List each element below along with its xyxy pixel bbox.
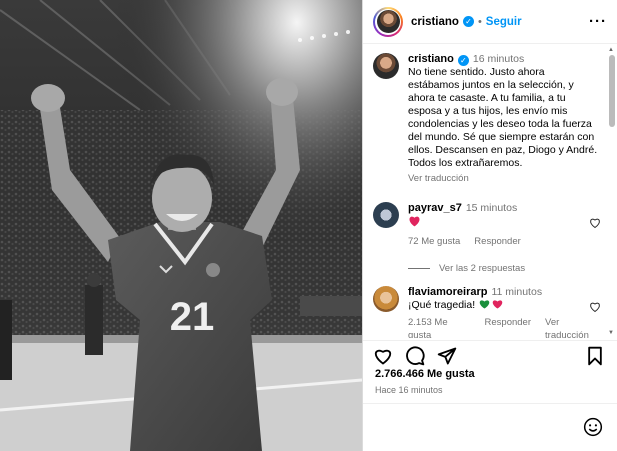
player-celebration-image: 21	[0, 0, 362, 451]
post-likes-count[interactable]: 2.766.466 Me gusta	[375, 368, 475, 380]
comment-likes[interactable]: 2.153 Me gusta	[408, 316, 471, 338]
comments-list[interactable]: ▲ ▼ cristiano ✓ 16 minutos No tiene sentid…	[363, 45, 617, 338]
comment-text	[408, 215, 603, 231]
post-modal: 21 cristiano ✓ • Seguir ··· ▲ ▼ cristian…	[0, 0, 617, 451]
scroll-up-icon[interactable]: ▲	[608, 47, 614, 53]
comment-time[interactable]: 15 minutos	[466, 202, 517, 214]
scroll-down-icon[interactable]: ▼	[608, 330, 614, 336]
red-heart-emoji-icon	[492, 300, 503, 309]
verified-badge-icon: ✓	[457, 55, 469, 66]
comment-username[interactable]: flaviamoreirarp	[408, 286, 487, 298]
translate-button[interactable]: Ver traducción	[545, 316, 603, 338]
author-username[interactable]: cristiano	[411, 16, 459, 28]
post-header: cristiano ✓ • Seguir ···	[363, 0, 617, 44]
bookmark-icon[interactable]	[585, 346, 605, 366]
comment-icon[interactable]	[405, 346, 425, 366]
caption-text: No tiene sentido. Justo ahora estábamos …	[408, 66, 598, 169]
view-replies-button[interactable]: Ver las 2 respuestas	[408, 263, 525, 274]
heart-icon[interactable]	[373, 346, 393, 366]
caption-comment: cristiano ✓ 16 minutos No tiene sentido. J…	[373, 53, 603, 185]
comment-username[interactable]: cristiano	[408, 53, 454, 65]
author-avatar-small[interactable]	[373, 53, 399, 79]
green-heart-emoji-icon	[479, 300, 490, 309]
post-actions-bar	[363, 340, 617, 368]
jersey-number: 21	[170, 295, 215, 339]
view-replies-label: Ver las 2 respuestas	[439, 263, 526, 274]
author-avatar[interactable]	[373, 6, 403, 37]
comment-likes[interactable]: 72 Me gusta	[408, 235, 460, 248]
more-options-icon[interactable]: ···	[589, 13, 607, 30]
add-comment-bar	[363, 403, 617, 451]
replies-divider	[408, 268, 430, 269]
translate-button[interactable]: Ver traducción	[408, 172, 469, 185]
comment-item: payrav_s7 15 minutos 72 Me gusta Responder	[373, 202, 603, 248]
post-sidebar: cristiano ✓ • Seguir ··· ▲ ▼ cristiano ✓ 1…	[362, 0, 617, 451]
red-heart-emoji-icon	[409, 216, 420, 227]
post-photo[interactable]: 21	[0, 0, 362, 451]
commenter-avatar[interactable]	[373, 286, 399, 312]
emoji-icon[interactable]	[583, 417, 603, 437]
comment-username[interactable]: payrav_s7	[408, 202, 462, 214]
verified-badge-icon: ✓	[462, 16, 474, 27]
comment-item: flaviamoreirarp 11 minutos ¡Qué tragedia!…	[373, 286, 603, 338]
like-comment-heart-icon[interactable]	[589, 301, 601, 313]
follow-button[interactable]: Seguir	[486, 16, 522, 28]
comment-time[interactable]: 16 minutos	[473, 53, 524, 65]
share-icon[interactable]	[437, 346, 457, 366]
post-timestamp[interactable]: Hace 16 minutos	[375, 385, 443, 395]
like-comment-heart-icon[interactable]	[589, 217, 601, 229]
comment-text: ¡Qué tragedia!	[408, 299, 603, 312]
commenter-avatar[interactable]	[373, 202, 399, 228]
reply-button[interactable]: Responder	[474, 235, 520, 248]
header-separator: •	[477, 15, 482, 28]
comment-time[interactable]: 11 minutos	[491, 286, 542, 298]
comments-scrollbar[interactable]	[609, 55, 615, 127]
reply-button[interactable]: Responder	[485, 316, 531, 338]
